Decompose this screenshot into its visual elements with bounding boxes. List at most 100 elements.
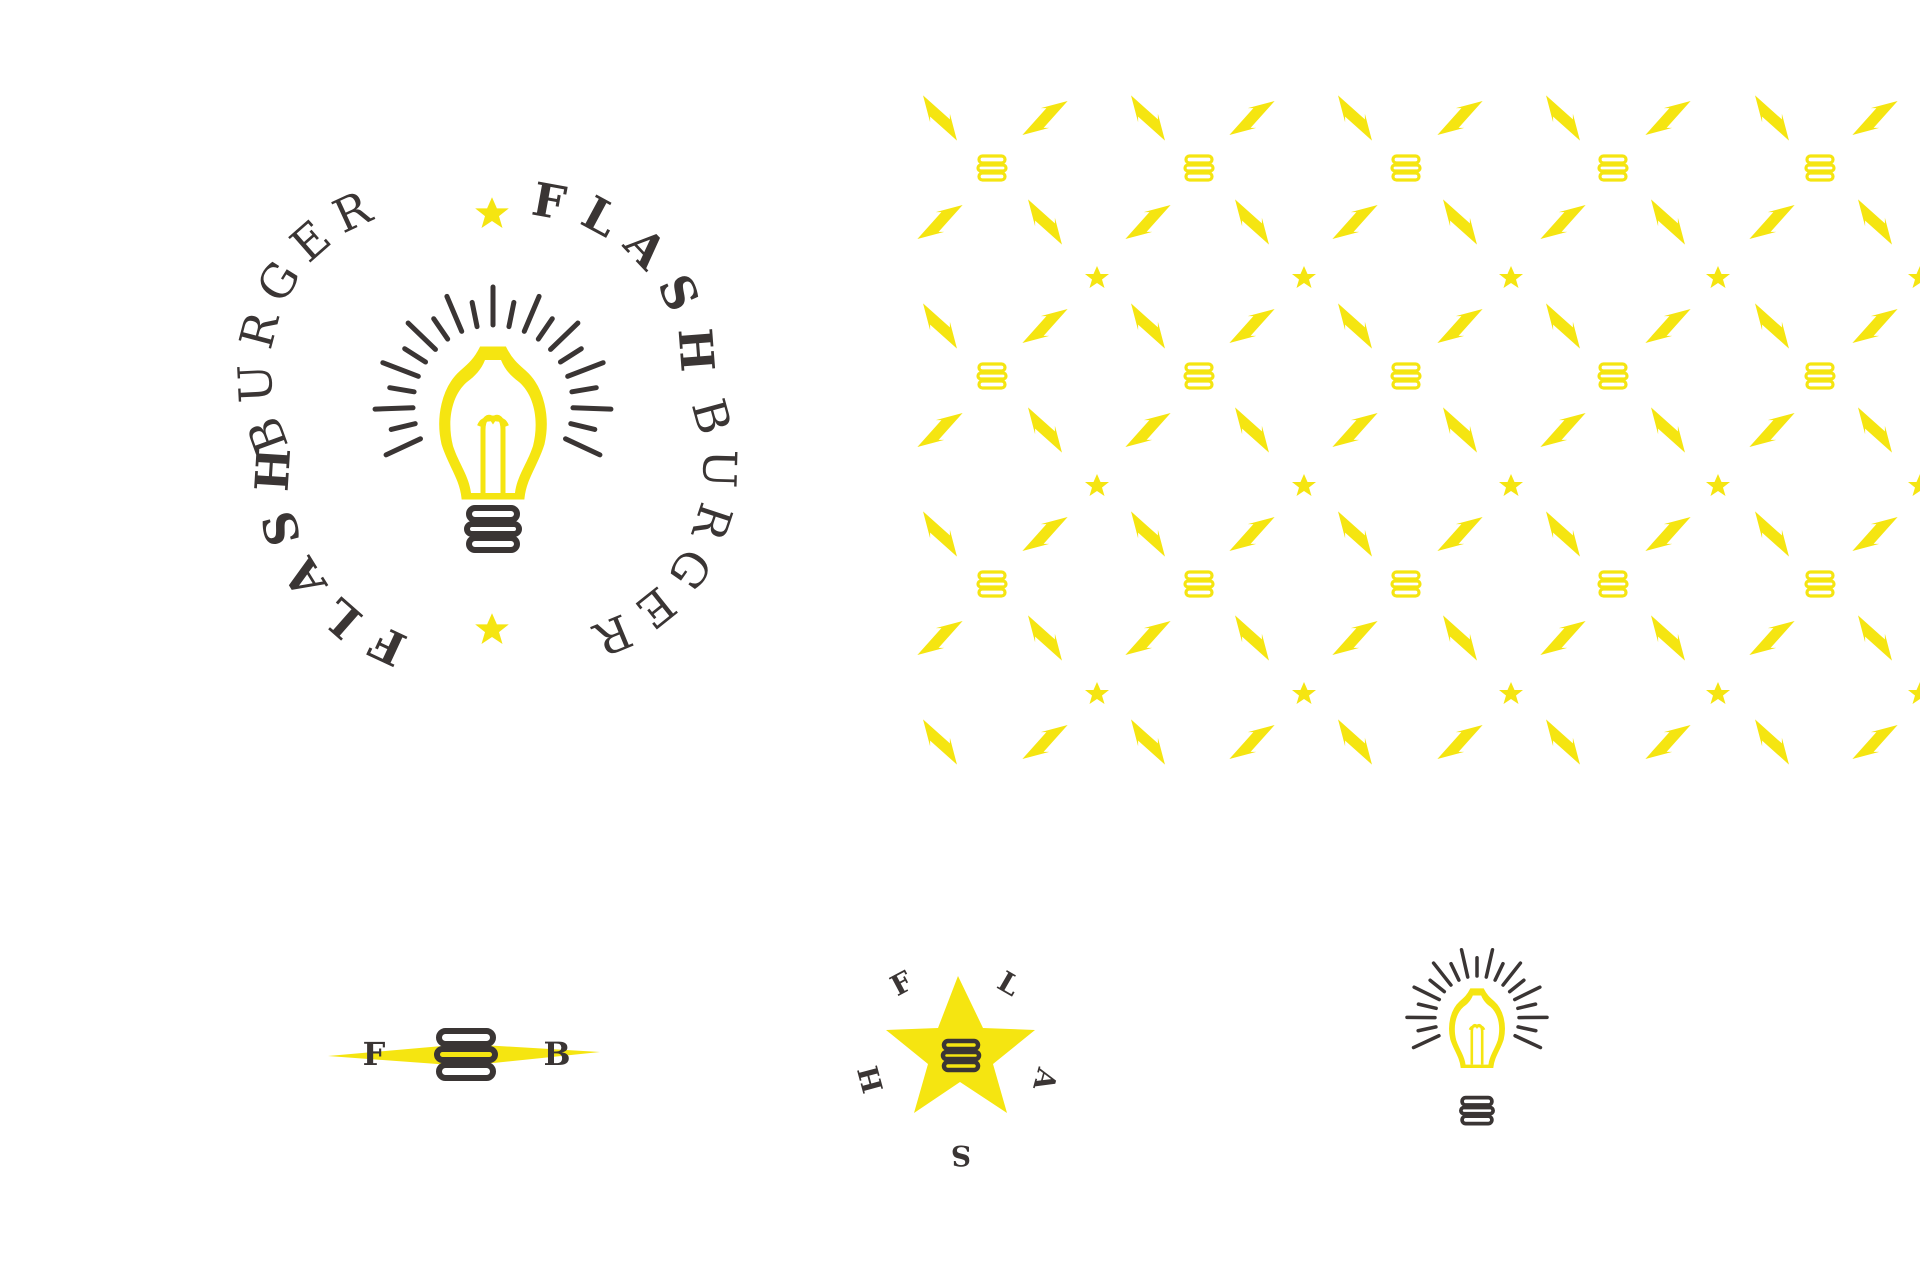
ray-line <box>1501 961 1523 987</box>
lightning-bolt-icon <box>1225 611 1279 665</box>
lightning-bolt-icon <box>1536 507 1590 561</box>
lightning-bolt-icon <box>1848 299 1902 353</box>
lightning-bolt-icon <box>1848 195 1902 249</box>
ray-line <box>1512 985 1542 1002</box>
lightning-bolt-icon <box>1225 403 1279 457</box>
star-icon <box>1499 266 1523 288</box>
lightbulb-icon <box>1448 987 1506 1069</box>
badge-word-flash-bottom: FLASH <box>245 430 398 676</box>
burger-icon <box>1390 154 1422 182</box>
ray-line <box>372 405 416 412</box>
star-icon <box>1908 682 1920 704</box>
ray-line <box>535 316 555 342</box>
lightning-bolt-icon <box>1433 299 1487 353</box>
ray-line <box>1484 947 1495 979</box>
star-icon <box>1499 474 1523 496</box>
burger-icon <box>1597 154 1629 182</box>
star-flash-mark: F L A S H <box>851 964 1064 1172</box>
lightning-bolt-icon <box>1536 715 1590 769</box>
fb-monogram-mark: F B <box>328 1028 600 1081</box>
lightning-bolt-icon <box>1536 91 1590 145</box>
lightning-bolt-icon <box>1328 91 1382 145</box>
lightning-bolt-icon <box>1121 299 1175 353</box>
lightning-bolt-icon <box>1433 91 1487 145</box>
lightbulb-icon <box>441 348 546 498</box>
lightning-bolt-icon <box>1641 195 1695 249</box>
ray-line <box>444 293 465 334</box>
lightning-bolt-icon <box>1121 403 1175 457</box>
star-icon <box>1085 266 1109 288</box>
lightbulb-mark <box>1405 947 1549 1126</box>
burger-icon <box>976 570 1008 598</box>
svg-text:FLASH: FLASH <box>245 430 414 676</box>
lightning-bolt-icon <box>1018 507 1072 561</box>
ray-line <box>1411 1034 1441 1050</box>
lightning-bolt-icon <box>1328 403 1382 457</box>
ray-line <box>1431 961 1453 987</box>
ray-line <box>1416 1002 1438 1011</box>
lightning-bolt-icon <box>1641 715 1695 769</box>
lightning-bolt-icon <box>1018 195 1072 249</box>
ray-line <box>431 316 451 342</box>
lightning-bolt-icon <box>1641 299 1695 353</box>
lightning-bolt-icon <box>1848 507 1902 561</box>
star-icon <box>1085 682 1109 704</box>
lightning-bolt-icon <box>1225 299 1279 353</box>
star-letter-f: F <box>885 964 918 1003</box>
ray-line <box>1513 1034 1543 1050</box>
ray-line <box>387 385 417 395</box>
lightning-bolt-icon <box>1745 299 1799 353</box>
lightning-bolt-icon <box>1018 715 1072 769</box>
lightning-bolt-icon <box>913 299 967 353</box>
brand-pattern <box>913 91 1920 769</box>
ray-line <box>569 385 599 395</box>
lightning-bolt-icon <box>1225 195 1279 249</box>
lightning-bolt-icon <box>1328 611 1382 665</box>
ray-line <box>388 421 418 432</box>
ray-line <box>548 320 581 352</box>
star-icon <box>475 197 509 228</box>
lightning-bolt-icon <box>1536 403 1590 457</box>
star-letter-a: A <box>1026 1064 1064 1096</box>
lightning-bolt-icon <box>1848 611 1902 665</box>
monogram-f: F <box>363 1035 386 1073</box>
lightning-bolt-icon <box>913 715 967 769</box>
star-letter-l: L <box>992 965 1026 1004</box>
ray-line <box>1449 961 1461 982</box>
lightning-bolt-icon <box>1328 715 1382 769</box>
star-icon <box>1292 474 1316 496</box>
star-letter-h: H <box>851 1062 890 1096</box>
lightning-bolt-icon <box>913 507 967 561</box>
lightning-bolt-icon <box>1121 507 1175 561</box>
lightning-bolt-icon <box>1433 195 1487 249</box>
lightning-bolt-icon <box>1225 715 1279 769</box>
monogram-b: B <box>543 1035 570 1073</box>
lightning-bolt-icon <box>1745 195 1799 249</box>
lightning-bolt-icon <box>1328 195 1382 249</box>
ray-line <box>380 360 421 379</box>
ray-line <box>1516 1025 1538 1033</box>
lightning-bolt-icon <box>1433 611 1487 665</box>
badge-word-burger-left: BURGER <box>227 175 378 460</box>
ray-line <box>383 436 423 458</box>
lightning-bolt-icon <box>1536 611 1590 665</box>
lightning-bolt-icon <box>1641 91 1695 145</box>
svg-text:BURGER: BURGER <box>227 175 390 460</box>
lightning-bolt-icon <box>1328 299 1382 353</box>
star-icon <box>1706 266 1730 288</box>
ray-line <box>521 293 542 334</box>
burger-icon <box>1804 154 1836 182</box>
svg-text:BURGER: BURGER <box>576 393 747 671</box>
burger-icon <box>1390 570 1422 598</box>
lightning-bolt-icon <box>1018 611 1072 665</box>
ray-line <box>1507 978 1526 994</box>
lightning-bolt-icon <box>1433 403 1487 457</box>
lightning-bolt-icon <box>1848 91 1902 145</box>
star-icon <box>1085 474 1109 496</box>
burger-icon <box>1804 570 1836 598</box>
lightning-bolt-icon <box>1018 91 1072 145</box>
lightning-bolt-icon <box>1641 403 1695 457</box>
badge-word-burger-right: BURGER <box>576 393 735 671</box>
lightning-bolt-icon <box>1745 403 1799 457</box>
circular-badge-logo: FLASH BURGER FLASH BURGER <box>227 172 747 677</box>
